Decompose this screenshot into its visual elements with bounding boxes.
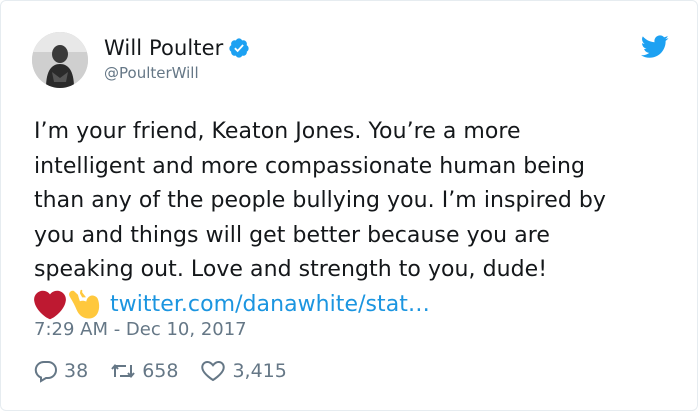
retweet-button[interactable]: 658 xyxy=(110,359,178,383)
tweet-line: than any of the people bullying you. I’m… xyxy=(34,188,606,213)
avatar[interactable] xyxy=(32,32,88,88)
tweet-line: you and things will get better because y… xyxy=(34,222,550,248)
twitter-bird-icon[interactable] xyxy=(641,35,669,59)
tweet-card: Will Poulter @PoulterWill I’m your frien… xyxy=(0,0,698,411)
retweet-icon xyxy=(111,363,135,379)
tweet-link[interactable]: twitter.com/danawhite/stat… xyxy=(110,288,430,323)
tweet-line: speaking out. Love and strength to you, … xyxy=(34,257,548,282)
retweet-count: 658 xyxy=(142,360,179,382)
heart-emoji-icon xyxy=(34,290,66,320)
tweet-line: I’m your friend, Keaton Jones. You’re a … xyxy=(34,119,521,144)
flexed-biceps-emoji-icon xyxy=(69,289,100,319)
avatar-image xyxy=(32,32,88,88)
tweet-timestamp[interactable]: 7:29 AM - Dec 10, 2017 xyxy=(34,319,247,340)
reply-icon xyxy=(34,360,57,383)
tweet-actions: 38 658 3,415 xyxy=(34,356,309,386)
heart-outline-icon xyxy=(201,360,226,382)
tweet-line: intelligent and more compassionate human… xyxy=(34,153,586,179)
name-row: Will Poulter xyxy=(104,34,250,62)
like-count: 3,415 xyxy=(232,360,287,382)
tweet-last-line: twitter.com/danawhite/stat… xyxy=(34,288,674,323)
like-button[interactable]: 3,415 xyxy=(200,359,287,383)
reply-button[interactable]: 38 xyxy=(34,359,88,383)
reply-count: 38 xyxy=(64,360,89,382)
user-handle[interactable]: @PoulterWill xyxy=(104,64,199,82)
tweet-text: I’m your friend, Keaton Jones. You’re a … xyxy=(34,115,674,322)
display-name[interactable]: Will Poulter xyxy=(104,36,223,60)
verified-badge-icon xyxy=(229,38,250,58)
